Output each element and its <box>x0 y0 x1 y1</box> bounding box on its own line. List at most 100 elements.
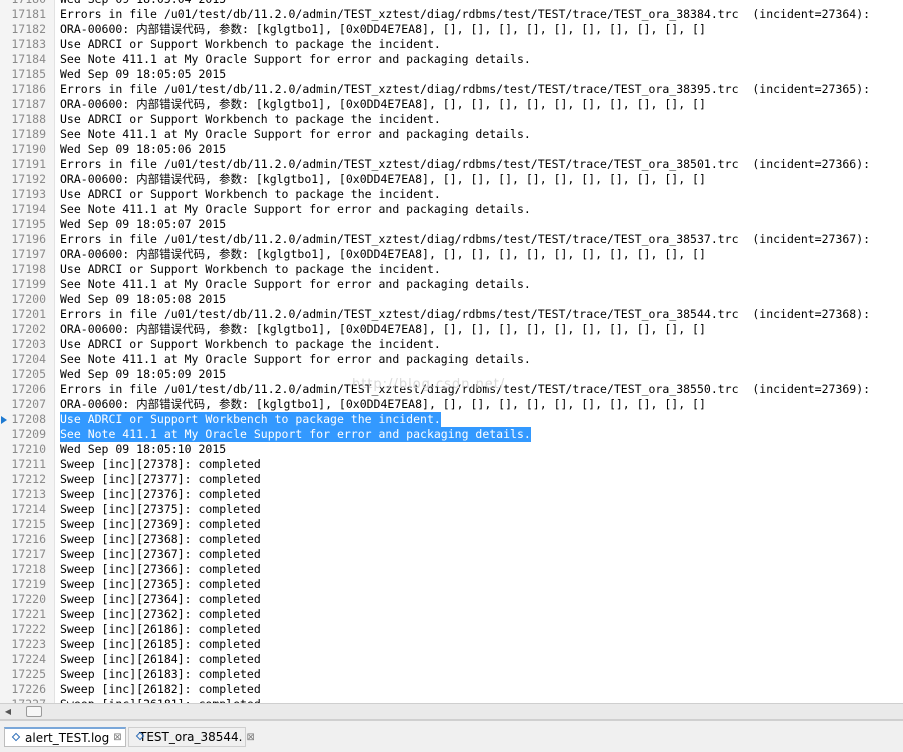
line-text: Sweep [inc][27368]: completed <box>60 532 261 546</box>
line-text: Sweep [inc][27366]: completed <box>60 562 261 576</box>
tab-label: TEST_ora_38544. <box>139 730 243 744</box>
code-line[interactable]: 17192 ORA-00600: 内部错误代码, 参数: [kglgtbo1], … <box>0 172 903 187</box>
code-line[interactable]: 17201 Errors in file /u01/test/db/11.2.0/… <box>0 307 903 322</box>
scrollbar-thumb[interactable] <box>26 706 42 717</box>
code-line[interactable]: 17189 See Note 411.1 at My Oracle Support… <box>0 127 903 142</box>
line-number: 17202 <box>11 322 46 336</box>
line-text: Use ADRCI or Support Workbench to packag… <box>60 262 441 276</box>
line-number: 17186 <box>11 82 46 96</box>
line-text: Sweep [inc][27376]: completed <box>60 487 261 501</box>
line-text: See Note 411.1 at My Oracle Support for … <box>60 352 531 366</box>
line-number: 17220 <box>11 592 46 606</box>
code-line[interactable]: 17180 Wed Sep 09 18:05:04 2015 <box>0 0 903 7</box>
line-number: 17189 <box>11 127 46 141</box>
code-line[interactable]: 17207 ORA-00600: 内部错误代码, 参数: [kglgtbo1], … <box>0 397 903 412</box>
line-text: See Note 411.1 at My Oracle Support for … <box>60 52 531 66</box>
code-line[interactable]: 17190 Wed Sep 09 18:05:06 2015 <box>0 142 903 157</box>
code-line[interactable]: 17211 Sweep [inc][27378]: completed <box>0 457 903 472</box>
code-line[interactable]: 17187 ORA-00600: 内部错误代码, 参数: [kglgtbo1], … <box>0 97 903 112</box>
line-text: See Note 411.1 at My Oracle Support for … <box>60 127 531 141</box>
code-line[interactable]: 17217 Sweep [inc][27367]: completed <box>0 547 903 562</box>
code-line[interactable]: 17210 Wed Sep 09 18:05:10 2015 <box>0 442 903 457</box>
line-number: 17208 <box>11 412 46 426</box>
code-line[interactable]: 17224 Sweep [inc][26184]: completed <box>0 652 903 667</box>
line-text: Errors in file /u01/test/db/11.2.0/admin… <box>60 382 871 396</box>
code-line[interactable]: 17223 Sweep [inc][26185]: completed <box>0 637 903 652</box>
line-text: Sweep [inc][27377]: completed <box>60 472 261 486</box>
code-line[interactable]: 17185 Wed Sep 09 18:05:05 2015 <box>0 67 903 82</box>
code-area[interactable]: 17180 Wed Sep 09 18:05:04 2015 17181 Errors… <box>0 0 903 703</box>
line-text: ORA-00600: 内部错误代码, 参数: [kglgtbo1], [0x0D… <box>60 22 706 36</box>
tab-alert-test-log[interactable]: alert_TEST.log ⊠ <box>4 727 126 747</box>
code-line[interactable]: 17214 Sweep [inc][27375]: completed <box>0 502 903 517</box>
line-text: Sweep [inc][27369]: completed <box>60 517 261 531</box>
line-number: 17203 <box>11 337 46 351</box>
code-line[interactable]: 17193 Use ADRCI or Support Workbench to p… <box>0 187 903 202</box>
code-line[interactable]: 17196 Errors in file /u01/test/db/11.2.0/… <box>0 232 903 247</box>
line-number: 17188 <box>11 112 46 126</box>
code-line[interactable]: 17205 Wed Sep 09 18:05:09 2015 <box>0 367 903 382</box>
line-number: 17198 <box>11 262 46 276</box>
line-text: Sweep [inc][27364]: completed <box>60 592 261 606</box>
code-line[interactable]: 17191 Errors in file /u01/test/db/11.2.0/… <box>0 157 903 172</box>
code-line[interactable]: 17195 Wed Sep 09 18:05:07 2015 <box>0 217 903 232</box>
close-icon[interactable]: ⊠ <box>113 732 121 743</box>
line-text: Wed Sep 09 18:05:04 2015 <box>60 0 226 7</box>
code-line[interactable]: 17184 See Note 411.1 at My Oracle Support… <box>0 52 903 67</box>
line-text: See Note 411.1 at My Oracle Support for … <box>60 277 531 291</box>
code-line[interactable]: 17203 Use ADRCI or Support Workbench to p… <box>0 337 903 352</box>
line-text: See Note 411.1 at My Oracle Support for … <box>60 202 531 216</box>
code-line[interactable]: 17200 Wed Sep 09 18:05:08 2015 <box>0 292 903 307</box>
code-line[interactable]: 17194 See Note 411.1 at My Oracle Support… <box>0 202 903 217</box>
code-line[interactable]: 17181 Errors in file /u01/test/db/11.2.0/… <box>0 7 903 22</box>
line-number: 17214 <box>11 502 46 516</box>
code-line[interactable]: 17208 Use ADRCI or Support Workbench to p… <box>0 412 903 427</box>
code-line[interactable]: 17216 Sweep [inc][27368]: completed <box>0 532 903 547</box>
code-line[interactable]: 17209 See Note 411.1 at My Oracle Support… <box>0 427 903 442</box>
code-line[interactable]: 17221 Sweep [inc][27362]: completed <box>0 607 903 622</box>
line-text: ORA-00600: 内部错误代码, 参数: [kglgtbo1], [0x0D… <box>60 247 706 261</box>
tab-test-ora-38544[interactable]: TEST_ora_38544. ⊠ <box>128 727 255 747</box>
line-number: 17222 <box>11 622 46 636</box>
code-line[interactable]: 17222 Sweep [inc][26186]: completed <box>0 622 903 637</box>
line-number: 17191 <box>11 157 46 171</box>
code-line[interactable]: 17182 ORA-00600: 内部错误代码, 参数: [kglgtbo1], … <box>0 22 903 37</box>
code-line[interactable]: 17215 Sweep [inc][27369]: completed <box>0 517 903 532</box>
code-line[interactable]: 17219 Sweep [inc][27365]: completed <box>0 577 903 592</box>
line-number: 17223 <box>11 637 46 651</box>
line-text: Use ADRCI or Support Workbench to packag… <box>60 337 441 351</box>
code-line[interactable]: 17199 See Note 411.1 at My Oracle Support… <box>0 277 903 292</box>
close-icon[interactable]: ⊠ <box>246 732 254 743</box>
code-line[interactable]: 17197 ORA-00600: 内部错误代码, 参数: [kglgtbo1], … <box>0 247 903 262</box>
code-line[interactable]: 17186 Errors in file /u01/test/db/11.2.0/… <box>0 82 903 97</box>
code-line[interactable]: 17198 Use ADRCI or Support Workbench to p… <box>0 262 903 277</box>
code-line[interactable]: 17226 Sweep [inc][26182]: completed <box>0 682 903 697</box>
line-text: Sweep [inc][26184]: completed <box>60 652 261 666</box>
line-text: ORA-00600: 内部错误代码, 参数: [kglgtbo1], [0x0D… <box>60 397 706 411</box>
horizontal-scrollbar[interactable]: ◀ <box>0 703 903 720</box>
code-line[interactable]: 17218 Sweep [inc][27366]: completed <box>0 562 903 577</box>
line-number: 17196 <box>11 232 46 246</box>
line-number: 17181 <box>11 7 46 21</box>
line-number: 17209 <box>11 427 46 441</box>
code-line[interactable]: 17206 Errors in file /u01/test/db/11.2.0/… <box>0 382 903 397</box>
code-line[interactable]: 17204 See Note 411.1 at My Oracle Support… <box>0 352 903 367</box>
scroll-left-icon[interactable]: ◀ <box>1 705 15 718</box>
line-text: Wed Sep 09 18:05:08 2015 <box>60 292 227 306</box>
line-number: 17194 <box>11 202 46 216</box>
code-line[interactable]: 17188 Use ADRCI or Support Workbench to p… <box>0 112 903 127</box>
line-number: 17184 <box>11 52 46 66</box>
code-line[interactable]: 17183 Use ADRCI or Support Workbench to p… <box>0 37 903 52</box>
code-line[interactable]: 17212 Sweep [inc][27377]: completed <box>0 472 903 487</box>
line-number: 17185 <box>11 67 46 81</box>
line-number: 17226 <box>11 682 46 696</box>
text-editor[interactable]: 17180 Wed Sep 09 18:05:04 2015 17181 Errors… <box>0 0 903 703</box>
line-number: 17213 <box>11 487 46 501</box>
code-line[interactable]: 17213 Sweep [inc][27376]: completed <box>0 487 903 502</box>
line-text: See Note 411.1 at My Oracle Support for … <box>60 427 531 442</box>
line-number: 17197 <box>11 247 46 261</box>
line-number: 17205 <box>11 367 46 381</box>
code-line[interactable]: 17202 ORA-00600: 内部错误代码, 参数: [kglgtbo1], … <box>0 322 903 337</box>
code-line[interactable]: 17225 Sweep [inc][26183]: completed <box>0 667 903 682</box>
code-line[interactable]: 17220 Sweep [inc][27364]: completed <box>0 592 903 607</box>
